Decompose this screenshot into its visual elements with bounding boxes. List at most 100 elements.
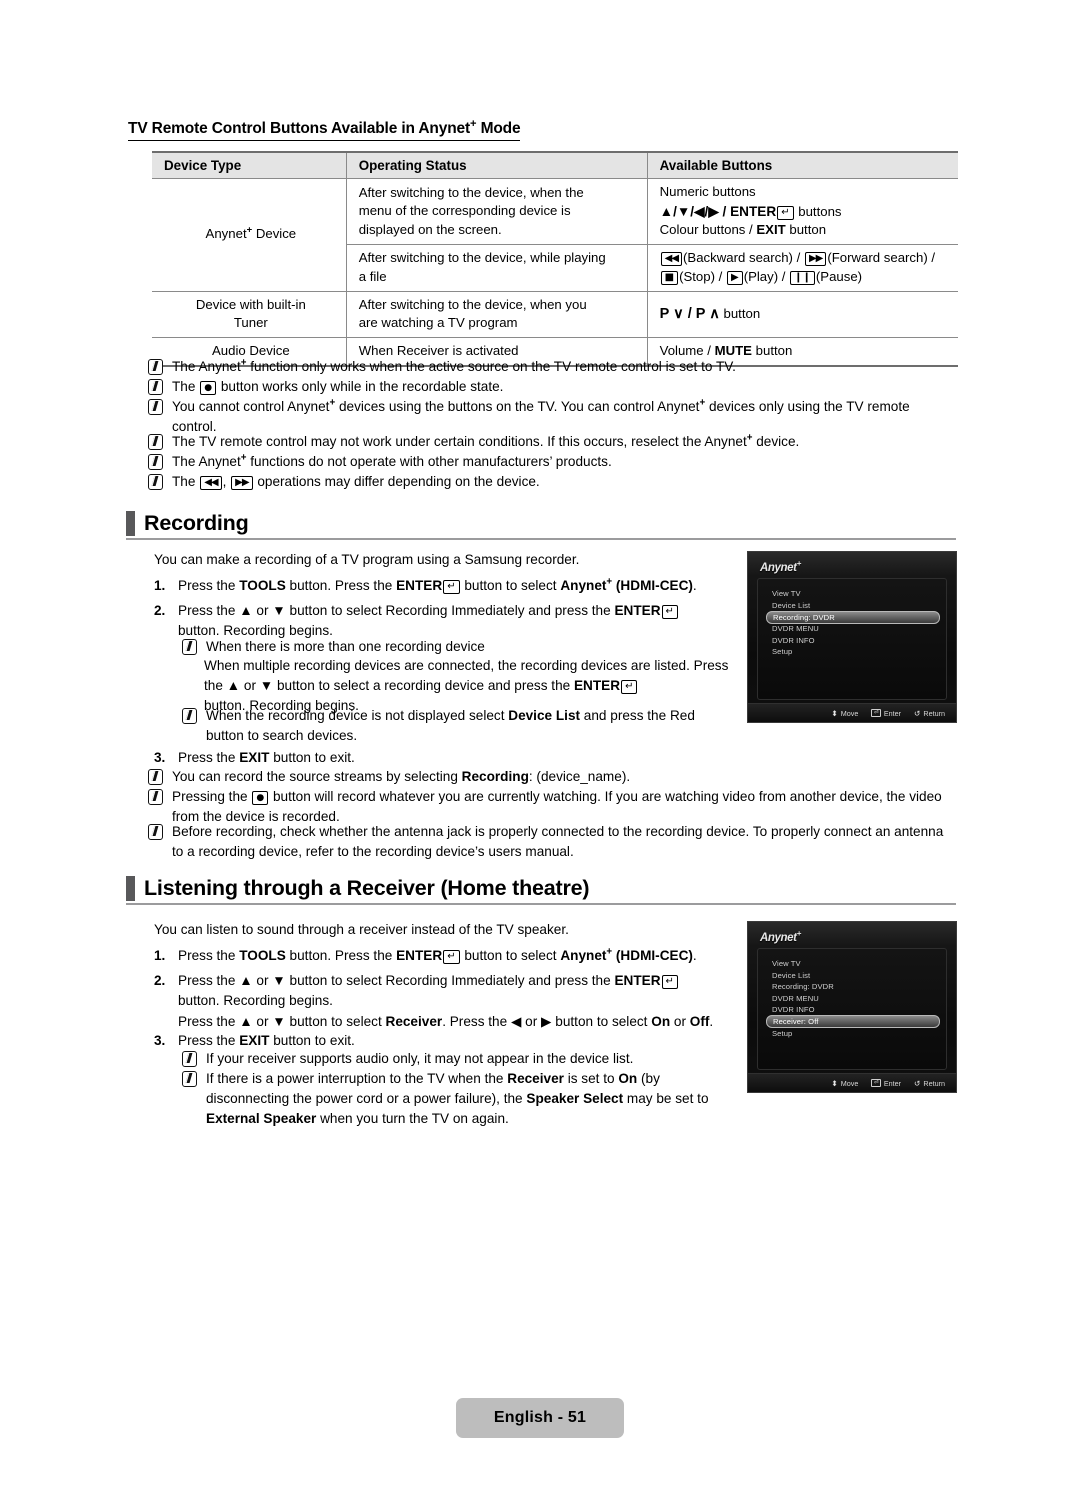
step-text: Press the ▲ or ▼ button to select Record… — [178, 973, 714, 1029]
osd-menu-item-view-tv[interactable]: View TV — [766, 588, 940, 600]
osd-footer-return: ↺ Return — [914, 1078, 945, 1088]
table-row: Anynet+ Device After switching to the de… — [152, 178, 958, 292]
osd-menu-item-recording-dvdr[interactable]: Recording: DVDR — [766, 610, 940, 624]
osd-footer: ⬍ Move ⏎ Enter ↺ Return — [748, 1073, 956, 1092]
cell-buttons-playing-file: ◀◀ (Backward search) / ▶▶ (Forward search)… — [646, 244, 958, 292]
note-item: The TV remote control may not work under… — [148, 432, 948, 452]
listening-intro: You can listen to sound through a receiv… — [154, 922, 569, 937]
note-pencil-icon — [148, 769, 163, 785]
note-pencil-icon — [148, 434, 163, 450]
note-pencil-icon — [148, 399, 163, 415]
cell-status-watching-tv: After switching to the device, when you a… — [345, 291, 648, 339]
heading-rule — [126, 538, 956, 540]
osd-menu-item-dvdr-info[interactable]: DVDR INFO — [766, 635, 940, 647]
osd-menu-item-dvdr-info[interactable]: DVDR INFO — [766, 1004, 940, 1016]
cell-buttons-menu-displayed: Numeric buttons ▲/▼/◀/▶ / ENTER ↵ buttons… — [646, 178, 958, 246]
note-pencil-icon — [148, 824, 163, 840]
note-item: The ● button works only while in the rec… — [148, 377, 948, 397]
enter-key-icon: ⏎ — [871, 1079, 881, 1087]
page-title: TV Remote Control Buttons Available in A… — [128, 118, 521, 141]
note-pencil-icon — [182, 708, 197, 724]
osd-menu-item-device-list[interactable]: Device List — [766, 970, 940, 982]
note-text: The Anynet+ function only works when the… — [172, 357, 736, 374]
note-item: You can record the source streams by sel… — [148, 767, 948, 787]
cell-status-playing-file: After switching to the device, while pla… — [345, 244, 648, 292]
osd-menu-item-view-tv[interactable]: View TV — [766, 958, 940, 970]
remote-buttons-table: Device Type Operating Status Available B… — [152, 151, 958, 367]
note-item: Before recording, check whether the ante… — [148, 822, 948, 862]
note-item: When there is more than one recording de… — [182, 637, 732, 657]
note-text: The Anynet+ functions do not operate wit… — [172, 452, 612, 469]
osd-panel: View TV Device List Recording: DVDR DVDR… — [757, 578, 947, 700]
heading-bar — [126, 511, 135, 536]
note-pencil-icon — [148, 359, 163, 375]
updown-arrow-icon: ⬍ — [831, 1078, 838, 1088]
note-pencil-icon — [182, 1071, 197, 1087]
note-item: The Anynet+ functions do not operate wit… — [148, 452, 948, 472]
note-text: The ◀◀, ▶▶ operations may differ dependi… — [172, 474, 540, 490]
recording-step-3: 3. Press the EXIT button to exit. — [154, 748, 714, 768]
page-title-tail: Mode — [476, 120, 521, 137]
return-arrow-icon: ↺ — [914, 1078, 921, 1088]
table-row: Device with built-in Tuner After switchin… — [152, 291, 958, 339]
listening-step-2: 2. Press the ▲ or ▼ button to select Rec… — [154, 971, 734, 1032]
enter-key-icon: ⏎ — [871, 709, 881, 717]
osd-menu-item-recording-dvdr[interactable]: Recording: DVDR — [766, 981, 940, 993]
page-footer: English - 51 — [456, 1398, 624, 1438]
osd-footer-return: ↺ Return — [914, 708, 945, 718]
note-pencil-icon — [182, 1051, 197, 1067]
osd-menu-item-device-list[interactable]: Device List — [766, 600, 940, 612]
osd-footer-enter: ⏎ Enter — [871, 709, 901, 718]
tv-osd-listening: Anynet+ View TV Device List Recording: D… — [747, 921, 957, 1093]
step-text: Press the EXIT button to exit. — [178, 750, 355, 765]
step-number: 1. — [154, 578, 166, 593]
note-text: When there is more than one recording de… — [206, 639, 485, 654]
note-item: The ◀◀, ▶▶ operations may differ dependi… — [148, 472, 948, 492]
note-item: If your receiver supports audio only, it… — [182, 1049, 732, 1069]
osd-menu-item-setup[interactable]: Setup — [766, 1028, 940, 1040]
osd-footer-enter: ⏎ Enter — [871, 1079, 901, 1088]
cell-status-menu-displayed: After switching to the device, when the m… — [345, 178, 648, 246]
note-text: When the recording device is not display… — [206, 708, 695, 744]
note-text: You can record the source streams by sel… — [172, 769, 631, 784]
column-header-device-type: Device Type — [152, 151, 347, 179]
osd-footer: ⬍ Move ⏎ Enter ↺ Return — [748, 703, 956, 722]
page-footer-label: English - 51 — [493, 1409, 587, 1426]
osd-menu-item-receiver[interactable]: Receiver: Off — [766, 1015, 940, 1028]
step-text: Press the ▲ or ▼ button to select Record… — [178, 601, 724, 642]
step-text: Press the TOOLS button. Press the ENTER ↵… — [178, 576, 697, 594]
note-pencil-icon — [148, 474, 163, 490]
page-title-text: TV Remote Control Buttons Available in A… — [128, 120, 471, 137]
note-text: Before recording, check whether the ante… — [172, 824, 944, 860]
note-text: If your receiver supports audio only, it… — [206, 1051, 634, 1066]
note-item: If there is a power interruption to the … — [182, 1069, 730, 1129]
return-arrow-icon: ↺ — [914, 708, 921, 718]
recording-step-1: 1. Press the TOOLS button. Press the ENT… — [154, 576, 734, 596]
cell-device-type-anynet: Anynet+ Device — [152, 178, 347, 292]
section-heading-text: Recording — [144, 511, 249, 535]
step-number: 2. — [154, 603, 166, 618]
document-page: TV Remote Control Buttons Available in A… — [0, 0, 1080, 1488]
note-text: The TV remote control may not work under… — [172, 432, 800, 449]
table-header-row: Device Type Operating Status Available B… — [152, 151, 958, 179]
updown-arrow-icon: ⬍ — [831, 708, 838, 718]
osd-footer-move: ⬍ Move — [831, 708, 859, 718]
osd-menu-item-setup[interactable]: Setup — [766, 646, 940, 658]
recording-intro: You can make a recording of a TV program… — [154, 552, 580, 567]
heading-bar — [126, 876, 135, 901]
osd-menu-item-dvdr-menu[interactable]: DVDR MENU — [766, 993, 940, 1005]
note-item: When the recording device is not display… — [182, 706, 732, 746]
note-item: The Anynet+ function only works when the… — [148, 357, 948, 377]
recording-step-2: 2. Press the ▲ or ▼ button to select Rec… — [154, 601, 724, 642]
osd-footer-move: ⬍ Move — [831, 1078, 859, 1088]
column-header-operating-status: Operating Status — [345, 151, 648, 179]
section-heading-recording: Recording — [126, 511, 249, 536]
step-number: 2. — [154, 973, 166, 988]
osd-menu-item-dvdr-menu[interactable]: DVDR MENU — [766, 623, 940, 635]
step-number: 1. — [154, 948, 166, 963]
section-heading-listening: Listening through a Receiver (Home theat… — [126, 876, 590, 901]
anynet-logo: Anynet+ — [760, 929, 801, 944]
note-text: If there is a power interruption to the … — [206, 1071, 709, 1127]
anynet-logo: Anynet+ — [760, 559, 801, 574]
note-pencil-icon — [182, 639, 197, 655]
